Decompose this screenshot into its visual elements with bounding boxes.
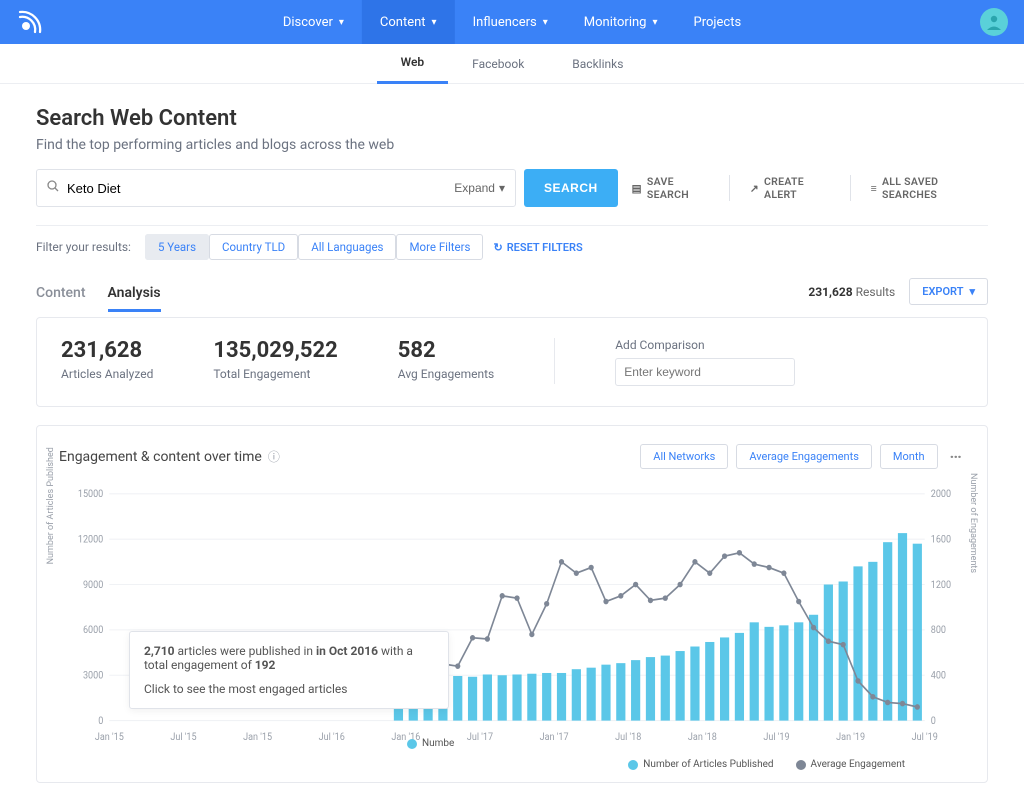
svg-text:2000: 2000: [931, 489, 951, 500]
filter-chip[interactable]: 5 Years: [145, 234, 209, 260]
sub-nav: WebFacebookBacklinks: [0, 44, 1024, 84]
svg-text:Jul '19: Jul '19: [763, 732, 789, 743]
svg-text:6000: 6000: [83, 625, 103, 636]
stats-card: 231,628 Articles Analyzed 135,029,522 To…: [36, 317, 988, 407]
chart-area[interactable]: Number of Articles Published Number of E…: [59, 483, 965, 753]
svg-text:Jul '19: Jul '19: [912, 732, 938, 743]
chart-filter-period[interactable]: Month: [880, 444, 938, 469]
svg-text:0: 0: [98, 716, 103, 727]
chevron-down-icon: ▾: [432, 17, 437, 28]
chart-more-menu[interactable]: ···: [946, 447, 965, 466]
info-icon[interactable]: ⓘ: [268, 448, 280, 465]
chevron-down-icon: ▾: [499, 181, 505, 195]
expand-button[interactable]: Expand▾: [454, 181, 505, 195]
svg-text:9000: 9000: [83, 579, 103, 590]
filter-label: Filter your results:: [36, 240, 131, 254]
results-count: 231,628 Results: [808, 285, 895, 299]
legend-partial: Numbe: [407, 738, 454, 749]
search-icon: [47, 180, 59, 196]
subnav-web[interactable]: Web: [377, 44, 449, 84]
list-icon: ≡: [871, 182, 877, 195]
comparison-input[interactable]: [615, 358, 795, 386]
avatar[interactable]: [980, 8, 1008, 36]
refresh-icon: ↻: [493, 241, 502, 254]
stat-avg-engagements: 582 Avg Engagements: [398, 338, 494, 381]
filter-row: Filter your results: 5 YearsCountry TLDA…: [36, 240, 988, 254]
nav-item-projects[interactable]: Projects: [676, 0, 760, 44]
export-button[interactable]: EXPORT▾: [909, 278, 988, 305]
svg-text:Jul '15: Jul '15: [170, 732, 196, 743]
svg-text:Jul '18: Jul '18: [615, 732, 641, 743]
nav-item-content[interactable]: Content▾: [362, 0, 455, 44]
tab-analysis[interactable]: Analysis: [108, 285, 161, 312]
legend-item: Average Engagement: [796, 759, 905, 770]
create-alert-button[interactable]: ↗CREATE ALERT: [744, 175, 836, 201]
nav-items: Discover▾Content▾Influencers▾Monitoring▾…: [265, 0, 759, 44]
svg-text:400: 400: [931, 670, 946, 681]
svg-text:Jan '18: Jan '18: [688, 732, 717, 743]
reset-filters-button[interactable]: ↻RESET FILTERS: [493, 241, 582, 254]
chevron-down-icon: ▾: [969, 285, 975, 298]
logo-icon[interactable]: [16, 8, 44, 36]
chart-filter-metric[interactable]: Average Engagements: [736, 444, 872, 469]
add-comparison: Add Comparison: [615, 338, 795, 386]
legend-item: Number of Articles Published: [628, 759, 773, 770]
svg-text:Jan '19: Jan '19: [836, 732, 865, 743]
svg-text:800: 800: [931, 625, 946, 636]
search-box: Expand▾: [36, 169, 516, 207]
svg-text:1600: 1600: [931, 534, 951, 545]
page-subtitle: Find the top performing articles and blo…: [36, 137, 988, 153]
alert-icon: ↗: [750, 182, 759, 195]
svg-text:3000: 3000: [83, 670, 103, 681]
chart-title: Engagement & content over time: [59, 449, 262, 465]
filter-chip[interactable]: More Filters: [396, 234, 483, 260]
nav-item-influencers[interactable]: Influencers▾: [455, 0, 566, 44]
chart-legend: Number of Articles Published Average Eng…: [59, 753, 965, 770]
nav-item-monitoring[interactable]: Monitoring▾: [566, 0, 676, 44]
chevron-down-icon: ▾: [339, 17, 344, 28]
svg-text:Jan '15: Jan '15: [95, 732, 124, 743]
chart-filter-networks[interactable]: All Networks: [640, 444, 728, 469]
chevron-down-icon: ▾: [652, 17, 657, 28]
svg-text:Jan '17: Jan '17: [540, 732, 569, 743]
page-title: Search Web Content: [36, 106, 988, 131]
svg-text:15000: 15000: [78, 489, 103, 500]
svg-text:Jul '17: Jul '17: [467, 732, 493, 743]
chart-tooltip[interactable]: 2,710 articles were published in in Oct …: [129, 631, 449, 709]
subnav-backlinks[interactable]: Backlinks: [548, 44, 647, 84]
svg-text:Jan '15: Jan '15: [243, 732, 272, 743]
svg-text:12000: 12000: [78, 534, 103, 545]
svg-text:Jul '16: Jul '16: [319, 732, 345, 743]
svg-text:0: 0: [931, 716, 936, 727]
stat-total-engagement: 135,029,522 Total Engagement: [213, 338, 337, 381]
top-nav: Discover▾Content▾Influencers▾Monitoring▾…: [0, 0, 1024, 44]
search-button[interactable]: SEARCH: [524, 169, 618, 207]
filter-chip[interactable]: All Languages: [298, 234, 396, 260]
tab-content[interactable]: Content: [36, 285, 86, 309]
save-icon: ▤: [632, 182, 642, 195]
all-saved-searches-button[interactable]: ≡ALL SAVED SEARCHES: [865, 175, 988, 201]
search-input[interactable]: [67, 181, 454, 196]
save-search-button[interactable]: ▤SAVE SEARCH: [626, 175, 715, 201]
stat-articles-analyzed: 231,628 Articles Analyzed: [61, 338, 153, 381]
chevron-down-icon: ▾: [543, 17, 548, 28]
filter-chip[interactable]: Country TLD: [209, 234, 298, 260]
nav-item-discover[interactable]: Discover▾: [265, 0, 362, 44]
chart-card: Engagement & content over time ⓘ All Net…: [36, 425, 988, 783]
subnav-facebook[interactable]: Facebook: [448, 44, 548, 84]
svg-text:1200: 1200: [931, 579, 951, 590]
